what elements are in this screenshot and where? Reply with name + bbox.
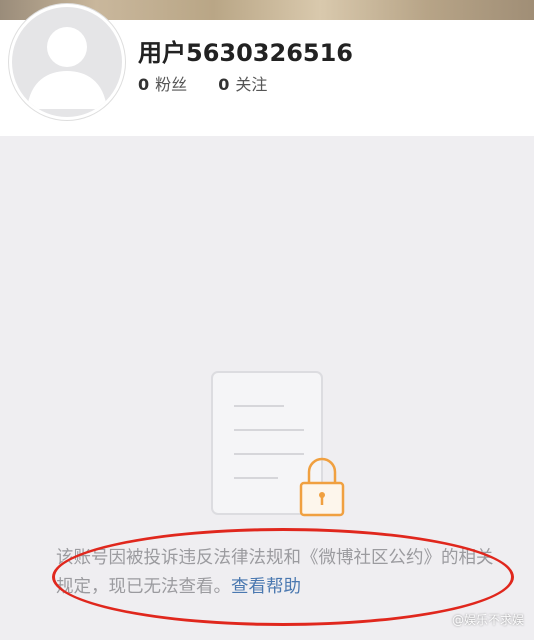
- account-blocked-notice: 该账号因被投诉违反法律法规和《微博社区公约》的相关规定，现已无法查看。查看帮助: [56, 544, 496, 602]
- followers-label: 粉丝: [155, 75, 188, 94]
- default-avatar-icon: [27, 27, 107, 109]
- profile-header: 用户5630326516 0 粉丝 0 关注: [0, 4, 534, 136]
- following-count: 0: [218, 75, 230, 94]
- followers-count: 0: [138, 75, 150, 94]
- locked-document-icon: [211, 371, 345, 517]
- followers-stat[interactable]: 0 粉丝: [138, 71, 187, 95]
- avatar[interactable]: [9, 4, 125, 120]
- profile-stats: 0 粉丝 0 关注: [138, 71, 293, 95]
- watermark: @娱乐不求娱: [451, 613, 524, 627]
- view-help-link[interactable]: 查看帮助: [231, 577, 301, 597]
- following-stat[interactable]: 0 关注: [218, 71, 267, 95]
- username: 用户5630326516: [138, 39, 353, 67]
- following-label: 关注: [235, 75, 268, 94]
